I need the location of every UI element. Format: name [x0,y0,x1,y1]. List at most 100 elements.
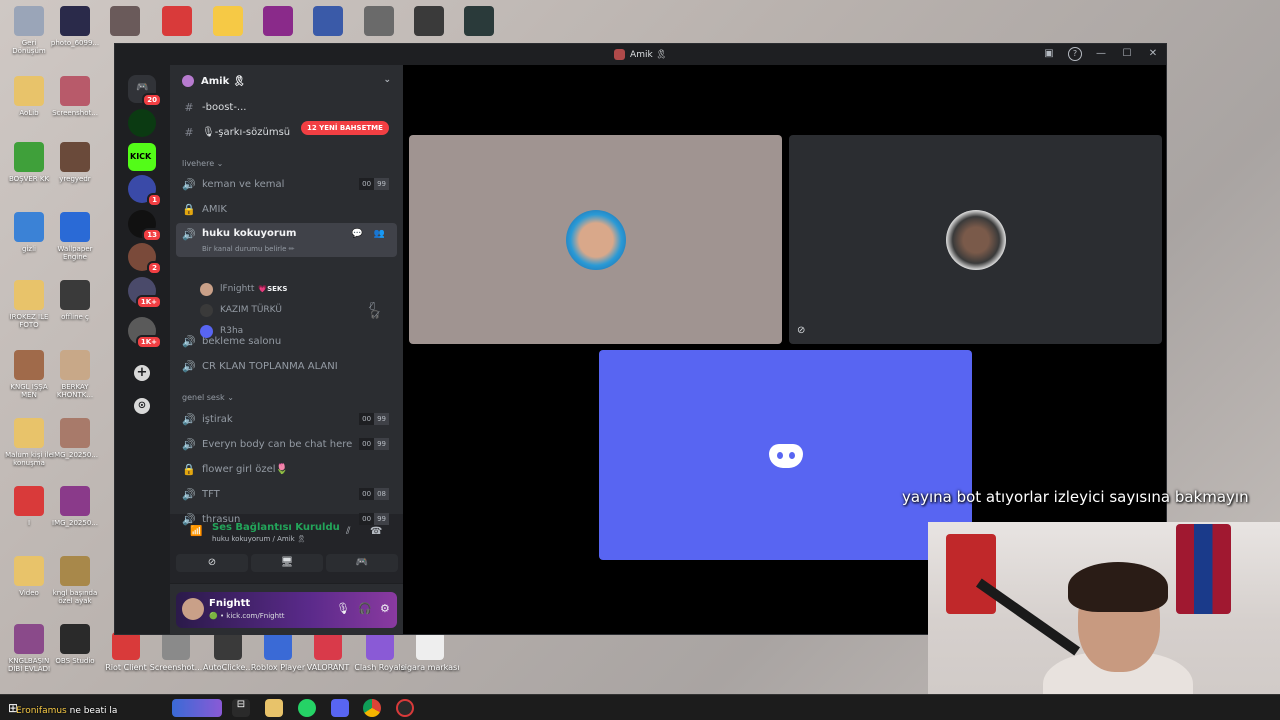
desktop-icon-label: Wallpaper Engine [57,245,93,261]
desktop-icon[interactable]: Video [4,556,54,607]
search-widget[interactable] [172,699,222,717]
category-genel-sesk[interactable]: genel sesk ⌄ [182,393,234,402]
desktop-icon[interactable]: İ [4,486,54,537]
chrome-icon[interactable] [363,699,381,717]
category-livehere[interactable]: livehere ⌄ [182,159,223,168]
add-server-icon[interactable]: + [134,365,150,381]
channel-name: thrasun [202,513,241,525]
user-limit: 99 [374,178,389,190]
desktop-icon[interactable]: IMG_20250... [50,486,100,537]
desktop-icon[interactable]: sigara markası [400,632,460,672]
unread-badge: 1 [147,193,162,207]
desktop-icon[interactable]: BERKAY KHONTK... [50,350,100,401]
discord-taskbar-icon[interactable] [331,699,349,717]
channel-status-hint[interactable]: Bir kanal durumu belirle ✏ [202,245,295,253]
text-channel[interactable]: # 🎙-şarkı-sözümsü [176,121,397,143]
server-icon[interactable]: KICK [128,143,156,171]
maximize-button[interactable]: ☐ [1120,47,1134,61]
participant-tile-2[interactable]: ⊘ [789,135,1162,344]
help-icon[interactable]: ? [1068,47,1082,61]
desktop-icon[interactable]: OBS Studio [50,624,100,675]
server-icon[interactable]: 1K+ [128,317,162,349]
desktop-icon[interactable]: photo_6099... [50,6,100,57]
server-icon[interactable]: 13 [128,210,162,242]
participant-tile-3[interactable] [599,350,972,560]
server-icon[interactable]: 2 [128,243,162,275]
obs-taskbar-icon[interactable] [396,699,414,717]
avatar[interactable] [182,598,204,620]
desktop-icon[interactable] [364,6,394,36]
channel-actions-icons[interactable]: 💬 👥 [352,229,389,239]
desktop-icon[interactable] [414,6,444,36]
desktop-icon[interactable]: VALORANT [298,632,358,672]
desktop-icon[interactable]: Wallpaper Engine [50,212,100,263]
text-channel[interactable]: # -boost-... [176,96,397,118]
voice-channel[interactable]: 🔊 keman ve kemal 00 99 [176,173,397,195]
desktop-icon[interactable]: KNGLBAŞIN DİBİ EVLADI [4,624,54,675]
server-icon[interactable]: 1K+ [128,277,162,309]
task-view-icon[interactable]: ⊟ [232,699,250,717]
close-button[interactable]: ✕ [1146,47,1160,61]
minimize-button[interactable]: — [1094,47,1108,61]
avatar [946,210,1006,270]
file-explorer-icon[interactable] [265,699,283,717]
app-icon [214,632,242,660]
server-icon[interactable] [128,109,156,137]
voice-channel[interactable]: 🔊 thrasun 00 99 [176,508,397,530]
whatsapp-icon[interactable] [298,699,316,717]
explore-servers-icon[interactable]: ⊙ [134,398,150,414]
desktop-icon[interactable]: BOŞVER KK [4,142,54,193]
desktop-icon[interactable]: Geri Dönüşüm [4,6,54,57]
voice-channel-active[interactable]: 🔊 huku kokuyorum Bir kanal durumu belirl… [176,223,397,257]
speaker-icon: 🔊 [182,359,196,373]
server-icon[interactable]: 1 [128,175,162,207]
voice-channel[interactable]: 🔊 iştirak 00 99 [176,408,397,430]
discord-logo-icon [769,444,803,468]
desktop-icon[interactable]: kngl başında özel ayak [50,556,100,607]
chat-ticker: Eronifamus ne beati la [16,706,117,716]
inbox-icon[interactable]: ▣ [1042,47,1056,61]
desktop-icon[interactable] [162,6,192,36]
desktop-icon[interactable]: Malum kişi ile konuşma [4,418,54,469]
participant-tile-1[interactable] [409,135,782,344]
desktop-icon[interactable]: yregyedr [50,142,100,193]
desktop-icon[interactable]: AoLib [4,76,54,127]
desktop-icon[interactable]: offline ç [50,280,100,331]
user-panel[interactable]: Fnightt 🟢 • kick.com/Fnightt 🎙 🎧 ⚙ [176,592,397,628]
voice-member[interactable]: KAZIM TÜRKÜ 🎙̸ 🎧̸ [200,301,380,319]
channel-name: Everyn body can be chat here [202,438,353,450]
desktop-icon[interactable]: İROKEZ İLE FOTO [4,280,54,331]
desktop-icon[interactable]: KNGL İŞŞA MEN [4,350,54,401]
desktop-icon[interactable]: Screenshot... [50,76,100,127]
desktop-icon[interactable] [263,6,293,36]
settings-gear-icon[interactable]: ⚙ [380,602,390,615]
desktop-icon[interactable]: IMG_20250... [50,418,100,469]
screen-share-button[interactable]: 🖥 [251,554,323,572]
app-icon [416,632,444,660]
microphone-icon[interactable]: 🎙 [336,602,350,615]
unread-badge: 13 [142,228,162,242]
voice-channel[interactable]: 🔒 AMIK [176,198,397,220]
desktop-icon[interactable] [313,6,343,36]
speaker-icon: 🔊 [182,177,196,191]
desktop-icon[interactable] [110,6,140,36]
voice-channel[interactable]: 🔊 Everyn body can be chat here 00 99 [176,433,397,455]
channel-name: keman ve kemal [202,178,285,190]
desktop-icon[interactable] [213,6,243,36]
chevron-down-icon[interactable]: ⌄ [383,75,391,85]
voice-channel[interactable]: 🔒 flower girl özel🌷 [176,458,397,480]
server-icon[interactable]: 🎮 20 [128,75,162,107]
server-header[interactable]: Amik 🎗 ⌄ [170,65,403,97]
camera-off-button[interactable]: ⊘ [176,554,248,572]
voice-channel[interactable]: 🔊 TFT 00 08 [176,483,397,505]
channel-name: TFT [202,488,220,500]
voice-member[interactable]: R3ha [200,322,243,340]
activities-button[interactable]: 🎮 [326,554,398,572]
desktop-icon[interactable]: Screenshot... [146,632,206,672]
headphones-icon[interactable]: 🎧 [358,602,372,615]
voice-location: huku kokuyorum / Amik 🎗 [212,535,306,543]
desktop-icon[interactable] [464,6,494,36]
voice-channel[interactable]: 🔊 CR KLAN TOPLANMA ALANI [176,355,397,377]
desktop-icon[interactable]: gizli [4,212,54,263]
voice-member[interactable]: lFnightt 💗SEKS [200,280,287,298]
